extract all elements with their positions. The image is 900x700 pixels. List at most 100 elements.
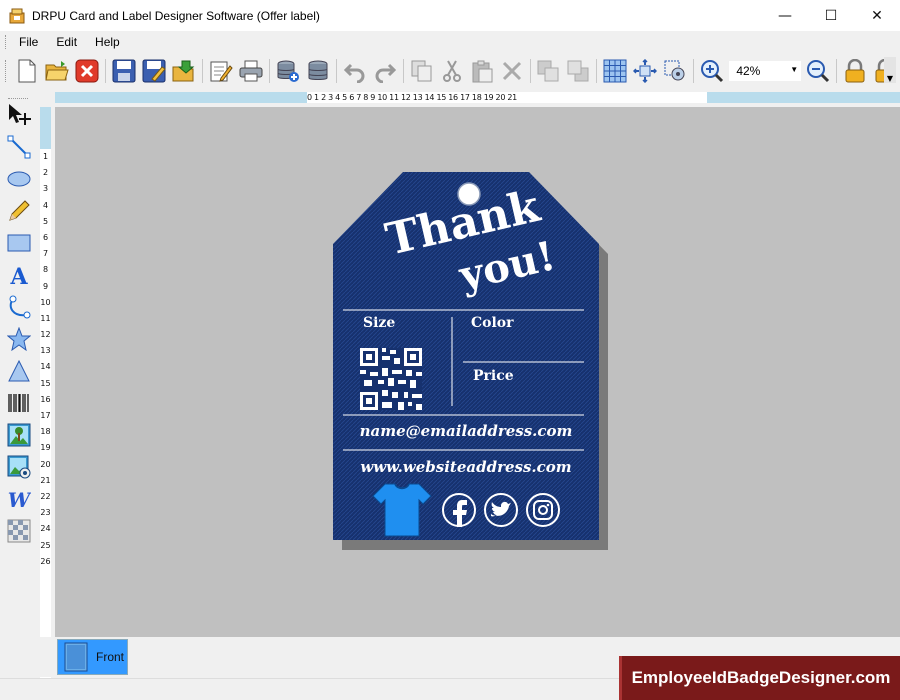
database-add-icon[interactable] — [275, 58, 301, 84]
new-icon[interactable] — [14, 58, 40, 84]
ruler-tick-label: 7 — [42, 249, 49, 259]
copy-icon[interactable] — [409, 58, 435, 84]
vertical-ruler: 1 2 3 4 5 6 7 8 9 10 11 12 13 14 15 16 17 18 19 20 21 22 23 24 2… — [40, 107, 51, 679]
grid-icon[interactable] — [602, 58, 628, 84]
toolbar-separator — [529, 59, 531, 83]
center-icon[interactable] — [662, 58, 688, 84]
zoom-select[interactable]: 42% ▼ — [729, 61, 802, 81]
page-tab-front[interactable]: Front — [57, 639, 128, 675]
ruler-tick-label: 17 — [40, 411, 51, 420]
title-bar: DRPU Card and Label Designer Software (O… — [0, 0, 900, 31]
ruler-tick-label: 16 — [40, 394, 51, 404]
offer-label[interactable]: Thank you! Size Color Price name@emailad… — [333, 172, 599, 540]
toolbar-separator — [836, 59, 838, 83]
star-icon[interactable] — [6, 326, 32, 352]
export-icon[interactable] — [171, 58, 197, 84]
label-email-text[interactable]: name@emailaddress.com — [333, 422, 599, 440]
menu-edit[interactable]: Edit — [49, 35, 84, 49]
ruler-tick-label: 26 — [40, 556, 51, 566]
ruler-tick-label: 18 — [40, 427, 51, 437]
edit-icon[interactable] — [208, 58, 234, 84]
window-title: DRPU Card and Label Designer Software (O… — [32, 8, 320, 23]
arc-icon[interactable] — [6, 294, 32, 320]
horizontal-ruler: 0 1 2 3 4 5 6 7 8 9 10 11 12 13 14 15 16… — [55, 92, 900, 103]
open-icon[interactable] — [44, 58, 70, 84]
watermark-icon[interactable] — [6, 518, 32, 544]
brand-text: EmployeeIdBadgeDesigner.com — [631, 668, 891, 687]
ruler-tick-label: 25 — [40, 540, 51, 550]
ruler-tick-label: 2 — [42, 168, 49, 178]
toolbar-overflow-button[interactable]: ▼ — [884, 57, 896, 83]
ruler-tick-label: 11 — [40, 313, 51, 323]
close-button[interactable]: ✕ — [854, 0, 900, 31]
ruler-tick-label: 23 — [40, 508, 51, 518]
redo-icon[interactable] — [372, 58, 398, 84]
triangle-icon[interactable] — [6, 358, 32, 384]
menu-grip — [5, 35, 8, 49]
brand-watermark: EmployeeIdBadgeDesigner.com — [619, 656, 900, 700]
undo-icon[interactable] — [342, 58, 368, 84]
close-doc-icon[interactable] — [74, 58, 100, 84]
toolbar-separator — [693, 59, 695, 83]
label-price-text[interactable]: Price — [473, 368, 514, 384]
cut-icon[interactable] — [439, 58, 465, 84]
word-art-icon[interactable]: W — [6, 486, 32, 512]
page-thumbnail-icon — [64, 642, 88, 672]
paste-icon[interactable] — [469, 58, 495, 84]
save-as-icon[interactable] — [141, 58, 167, 84]
barcode-icon[interactable] — [6, 390, 32, 416]
ruler-tick-label: 21 — [40, 475, 51, 485]
label-size-text[interactable]: Size — [363, 315, 395, 331]
ruler-tick-label: 19 — [40, 443, 51, 453]
menu-bar: File Edit Help — [0, 31, 900, 53]
toolbar-separator — [335, 59, 337, 83]
ruler-tick-label: 6 — [42, 232, 49, 242]
delete-icon[interactable] — [499, 58, 525, 84]
horizontal-ruler-marks: 0 1 2 3 4 5 6 7 8 9 10 11 12 13 14 15 16… — [307, 92, 707, 103]
ruler-tick-label: 12 — [40, 330, 51, 340]
ruler-tick-label: 3 — [42, 184, 49, 194]
toolbar-grip — [5, 60, 8, 82]
ellipse-icon[interactable] — [6, 166, 32, 192]
zoom-in-icon[interactable] — [699, 58, 725, 84]
ruler-tick-label: 24 — [40, 524, 51, 534]
ruler-tick-label: 14 — [40, 362, 51, 372]
fit-icon[interactable] — [632, 58, 658, 84]
picture-library-icon[interactable] — [6, 454, 32, 480]
minimize-button[interactable]: — — [762, 0, 808, 31]
print-icon[interactable] — [238, 58, 264, 84]
toolbar-separator — [402, 59, 404, 83]
chevron-down-icon: ▼ — [790, 65, 799, 74]
maximize-button[interactable]: ☐ — [808, 0, 854, 31]
ruler-tick-label: 4 — [42, 200, 49, 210]
save-icon[interactable] — [111, 58, 137, 84]
zoom-out-icon[interactable] — [805, 58, 831, 84]
menu-help[interactable]: Help — [88, 35, 127, 49]
image-icon[interactable] — [6, 422, 32, 448]
tool-panel: A W — [0, 90, 36, 640]
tool-panel-grip — [8, 98, 28, 101]
ruler-tick-label: 9 — [42, 281, 49, 291]
app-icon — [8, 7, 26, 25]
ruler-tick-label: 13 — [40, 346, 51, 356]
database-icon[interactable] — [305, 58, 331, 84]
menu-file[interactable]: File — [12, 35, 45, 49]
ruler-tick-label: 5 — [42, 216, 49, 226]
bring-front-icon[interactable] — [536, 58, 562, 84]
ruler-tick-label: 22 — [40, 491, 51, 501]
label-color-text[interactable]: Color — [471, 315, 514, 331]
ruler-tick-label: 8 — [42, 265, 49, 275]
svg-text:A: A — [9, 264, 28, 287]
rectangle-icon[interactable] — [6, 230, 32, 256]
line-icon[interactable] — [6, 134, 32, 160]
label-website-text[interactable]: www.websiteaddress.com — [333, 458, 599, 476]
pencil-icon[interactable] — [6, 198, 32, 224]
toolbar-separator — [268, 59, 270, 83]
select-icon[interactable] — [6, 102, 32, 128]
page-tab-front-label: Front — [96, 650, 125, 664]
lock-icon[interactable] — [842, 58, 868, 84]
ruler-tick-label: 1 — [42, 152, 49, 161]
toolbar-separator — [201, 59, 203, 83]
text-icon[interactable]: A — [6, 262, 32, 288]
send-back-icon[interactable] — [565, 58, 591, 84]
